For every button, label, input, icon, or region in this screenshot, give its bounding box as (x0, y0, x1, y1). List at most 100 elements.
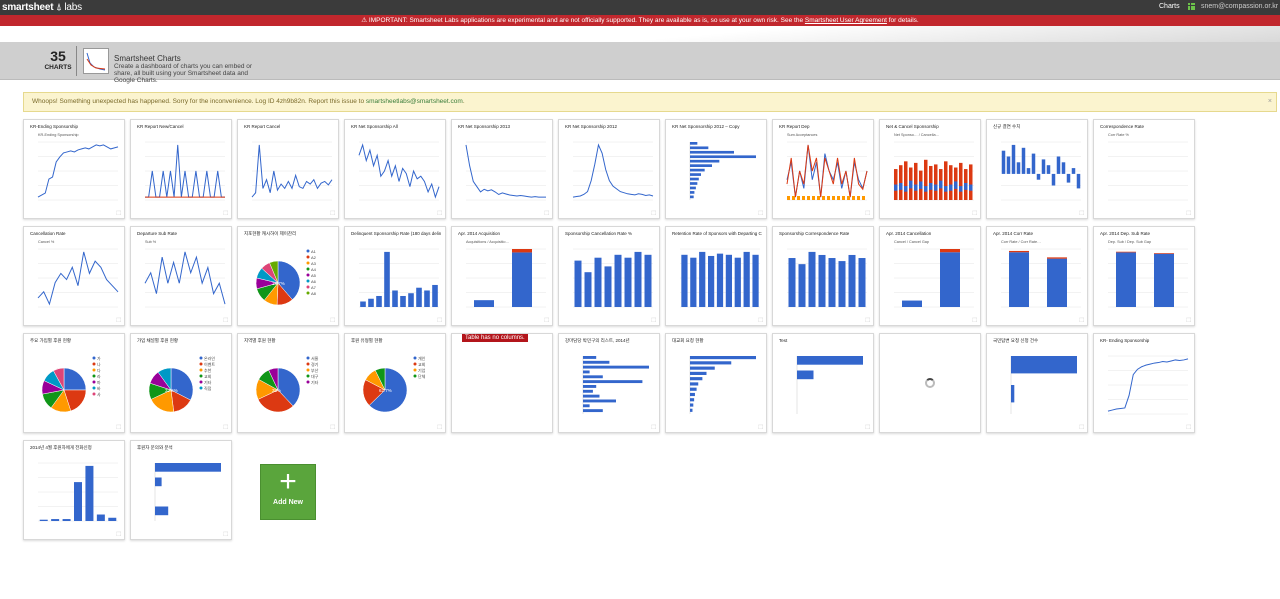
edit-icon[interactable]: ⬚ (437, 210, 442, 216)
edit-icon[interactable]: ⬚ (116, 531, 121, 537)
chart-card[interactable]: KR- Ending Sponsorship ⬚ (1093, 333, 1195, 433)
bar (416, 287, 422, 307)
edit-icon[interactable]: ⬚ (116, 317, 121, 323)
edit-icon[interactable]: ⬚ (1186, 317, 1191, 323)
chart-card[interactable]: Table has no columns. (451, 333, 553, 433)
edit-icon[interactable]: ⬚ (758, 210, 763, 216)
edit-icon[interactable]: ⬚ (1186, 424, 1191, 430)
edit-icon[interactable]: ⬚ (116, 210, 121, 216)
edit-icon[interactable]: ⬚ (1079, 424, 1084, 430)
apps-grid-icon[interactable] (1188, 3, 1195, 10)
chart-card[interactable]: Delinquent Sponsorship Rate (180 days de… (344, 226, 446, 326)
edit-icon[interactable]: ⬚ (223, 210, 228, 216)
edit-icon[interactable]: ⬚ (437, 317, 442, 323)
legend-swatch (199, 380, 203, 384)
bar (797, 196, 800, 200)
bar (1041, 159, 1046, 174)
edit-icon[interactable]: ⬚ (651, 210, 656, 216)
chart-card[interactable]: 후원 유형별 현황 개인 교회 기업 단체 62.7% ⬚ (344, 333, 446, 433)
chart-card[interactable]: 후원자 문의와 분석 ⬚ (130, 440, 232, 540)
chart-card[interactable]: Net & Cancel Sponsorship Net Sponso… / Ca… (879, 119, 981, 219)
nav-charts-link[interactable]: Charts (1159, 3, 1180, 10)
legend-label: A3 (311, 261, 317, 266)
edit-icon[interactable]: ⬚ (437, 424, 442, 430)
chart-card[interactable]: Correspondence Rate Corr Rate % ⬚ (1093, 119, 1195, 219)
chart-svg (154, 463, 221, 521)
chart-card[interactable]: Apr. 2014 Cancellation Cancel / Cancel Ga… (879, 226, 981, 326)
chart-card[interactable]: 강마담당 박민구의 리스트, 2014년 ⬚ (558, 333, 660, 433)
chart-svg (572, 141, 654, 201)
edit-icon[interactable]: ⬚ (330, 317, 335, 323)
edit-icon[interactable]: ⬚ (1186, 210, 1191, 216)
bar (1036, 173, 1041, 180)
edit-icon[interactable]: ⬚ (223, 531, 228, 537)
edit-icon[interactable]: ⬚ (330, 424, 335, 430)
edit-icon[interactable]: ⬚ (972, 210, 977, 216)
bar (842, 196, 845, 200)
edit-icon[interactable]: ⬚ (865, 210, 870, 216)
chart-svg: 가나다라마바사 (41, 355, 101, 413)
chart-card[interactable] (879, 333, 981, 433)
chart-card[interactable]: Cancellation Rate Cancel % ⬚ (23, 226, 125, 326)
chart-card[interactable]: 주요 가입별 후원 현황 가 나 다 라 마 바 사 ⬚ (23, 333, 125, 433)
edit-icon[interactable]: ⬚ (865, 424, 870, 430)
chart-card[interactable]: KR Report New/Cancel ⬚ (130, 119, 232, 219)
chart-card[interactable]: 지역별 후원 현황 서울 경기 부산 대구 기타 38% ⬚ (237, 333, 339, 433)
legend-label: A8 (311, 291, 317, 296)
edit-icon[interactable]: ⬚ (758, 317, 763, 323)
edit-icon[interactable]: ⬚ (544, 210, 549, 216)
chart-card[interactable]: 국민답변 요청 신청 건수 ⬚ (986, 333, 1088, 433)
bar (583, 356, 597, 359)
user-email[interactable]: snem@compassion.or.kr (1201, 3, 1278, 10)
bar (690, 408, 693, 412)
edit-icon[interactable]: ⬚ (972, 317, 977, 323)
edit-icon[interactable]: ⬚ (865, 317, 870, 323)
chart-card[interactable]: Departure Sub Rate Sub % ⬚ (130, 226, 232, 326)
chart-card[interactable]: KR Report Dep Sum Acceptances ⬚ (772, 119, 874, 219)
chart-card[interactable]: 대교회 요청 현황 ⬚ (665, 333, 767, 433)
edit-icon[interactable]: ⬚ (1079, 317, 1084, 323)
chart-card[interactable]: KR Net Sponsorship 2013 ⬚ (451, 119, 553, 219)
edit-icon[interactable]: ⬚ (223, 317, 228, 323)
chart-card[interactable]: KR Net Sponsorship All ⬚ (344, 119, 446, 219)
plus-icon: + (279, 465, 297, 498)
chart-card[interactable]: Retention Rate of Sponsors with Departin… (665, 226, 767, 326)
chart-svg (465, 141, 546, 201)
report-email-link[interactable]: smartsheetlabs@smartsheet.com (366, 98, 463, 105)
chart-card[interactable]: Test ⬚ (772, 333, 874, 433)
edit-icon[interactable]: ⬚ (651, 424, 656, 430)
bar (392, 290, 398, 307)
chart-card[interactable]: KR Net Sponsorship 2012 ⬚ (558, 119, 660, 219)
edit-icon[interactable]: ⬚ (1079, 210, 1084, 216)
chart-card[interactable]: Apr. 2014 Corr Rate Corr Rate / Corr Rate… (986, 226, 1088, 326)
legend-label: Sum Acceptances (787, 133, 817, 137)
bar (1009, 252, 1029, 307)
chart-card[interactable]: 신규 결연 수치 ⬚ (986, 119, 1088, 219)
chart-card[interactable]: KR Net Sponsorship 2012 – Copy ⬚ (665, 119, 767, 219)
edit-icon[interactable]: ⬚ (330, 210, 335, 216)
edit-icon[interactable]: ⬚ (651, 317, 656, 323)
edit-icon[interactable]: ⬚ (223, 424, 228, 430)
edit-icon[interactable]: ⬚ (758, 424, 763, 430)
chart-card[interactable]: KR Report Cancel ⬚ (237, 119, 339, 219)
bar (1016, 162, 1021, 174)
add-new-button[interactable]: + Add New (260, 464, 316, 520)
user-agreement-link[interactable]: Smartsheet User Agreement (805, 17, 887, 24)
edit-icon[interactable]: ⬚ (544, 317, 549, 323)
chart-card[interactable]: KR-Ending Sponsorship KR-Ending Sponsorsh… (23, 119, 125, 219)
chart-card[interactable]: Apr. 2014 Acquisition Acquisitions / Acqu… (451, 226, 553, 326)
chart-card[interactable]: Sponsorship Cancellation Rate % ⬚ (558, 226, 660, 326)
edit-icon[interactable]: ⬚ (116, 424, 121, 430)
legend-swatch (306, 255, 310, 259)
bar (85, 465, 94, 521)
close-alert-icon[interactable]: × (1268, 93, 1272, 111)
legend-label: Net Sponso… / Cancella… (894, 133, 940, 137)
chart-card[interactable]: 2014년 4월 후원자에게 전화신청 ⬚ (23, 440, 125, 540)
chart-card[interactable]: 가입 채널별 후원 현황 온라인 이벤트 추천 교회 기타 직접 32.6% ⬚ (130, 333, 232, 433)
chart-card[interactable]: 지포현황 캐시하이 제이찬리 A1 A2 A3 A4 A5 A6 A7 A8 38.7% ⬚ (237, 226, 339, 326)
bar (1047, 257, 1067, 259)
bar (681, 254, 688, 307)
brand-logo[interactable]: smartsheet ⍋ labs (2, 2, 82, 13)
chart-card[interactable]: Apr. 2014 Dep. Sub Rate Dep. Sub / Dep. S… (1093, 226, 1195, 326)
chart-card[interactable]: Sponsorship Correspondence Rate ⬚ (772, 226, 874, 326)
